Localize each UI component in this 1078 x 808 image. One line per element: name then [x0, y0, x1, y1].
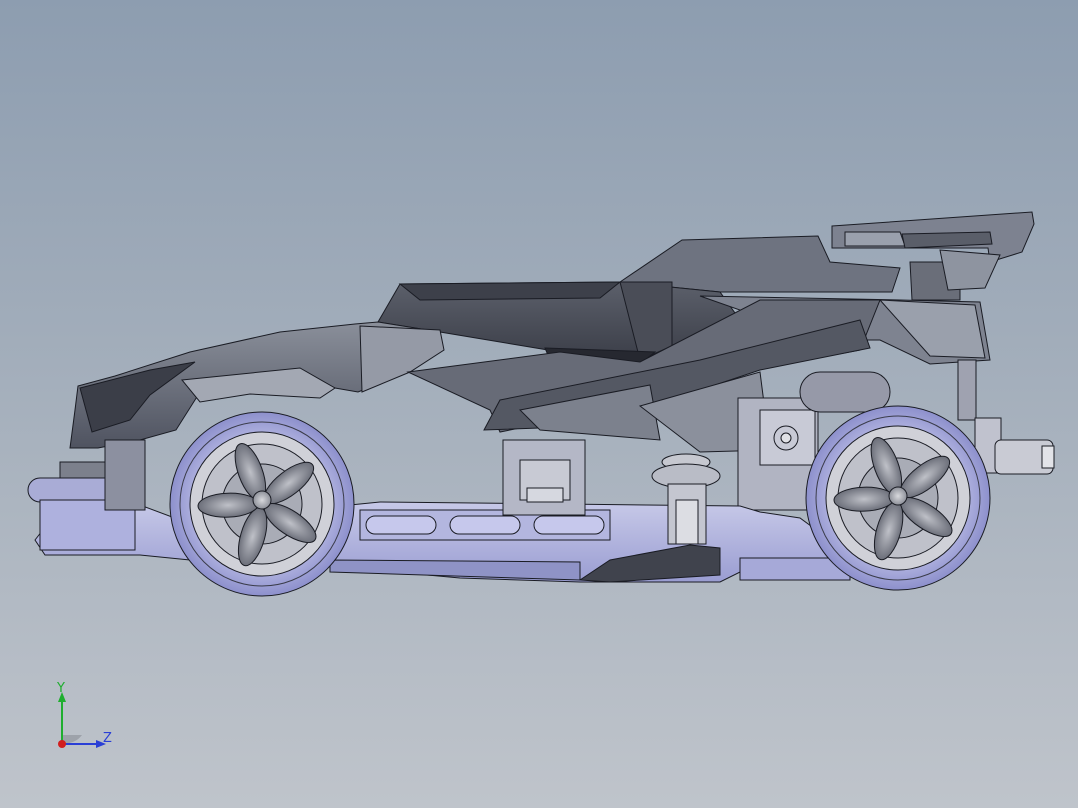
front-wheel[interactable] [169, 411, 355, 597]
car-model[interactable] [0, 0, 1078, 808]
triad-axes-icon [58, 692, 106, 748]
chassis-frame[interactable] [27, 439, 851, 583]
coordinate-triad: Y Z [40, 680, 130, 760]
y-axis-label: Y [57, 681, 65, 696]
3d-viewport[interactable]: Y Z [0, 0, 1078, 808]
z-axis-label: Z [103, 731, 112, 746]
rear-wheel[interactable] [805, 405, 991, 591]
